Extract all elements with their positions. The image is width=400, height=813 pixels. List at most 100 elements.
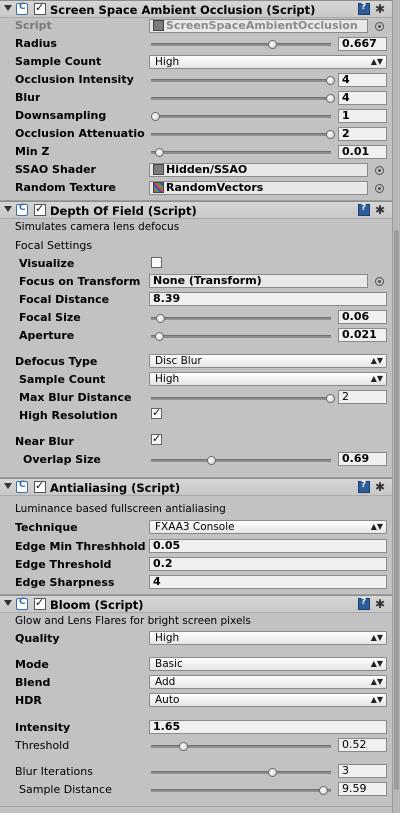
help-icon[interactable] — [358, 2, 370, 15]
blend-dropdown[interactable]: Add ▲▼ — [149, 675, 387, 689]
threshold-slider-thumb[interactable] — [179, 742, 188, 751]
help-icon[interactable] — [358, 597, 370, 610]
threshold-slider[interactable] — [151, 745, 331, 748]
edge-min-threshold-field[interactable]: 0.05 — [149, 539, 387, 553]
script-file-icon — [153, 20, 164, 31]
edge-threshold-field[interactable]: 0.2 — [149, 557, 387, 571]
near-blur-checkbox[interactable] — [151, 432, 162, 445]
blur-iterations-slider-thumb[interactable] — [268, 768, 278, 777]
ssao-component-header[interactable]: Screen Space Ambient Occlusion (Script) … — [0, 0, 392, 18]
min-z-field[interactable]: 0.01 — [338, 145, 387, 159]
foldout-arrow-icon[interactable] — [4, 5, 12, 11]
visualize-checkbox[interactable] — [151, 257, 162, 268]
intensity-label: Intensity — [15, 721, 71, 734]
dof-component-header[interactable]: Depth Of Field (Script) ✱ — [0, 201, 392, 219]
script-field[interactable]: ScreenSpaceAmbientOcclusion — [149, 19, 368, 33]
object-picker-icon[interactable] — [375, 277, 384, 286]
radius-slider[interactable] — [151, 43, 331, 46]
object-picker-icon[interactable] — [375, 166, 384, 175]
downsampling-field[interactable]: 1 — [338, 109, 387, 123]
sample-distance-field[interactable]: 9.59 — [338, 782, 387, 796]
blur-slider-thumb[interactable] — [326, 94, 335, 103]
blur-slider[interactable] — [151, 97, 331, 100]
random-texture-label: Random Texture — [15, 181, 117, 194]
focal-distance-field[interactable]: 8.39 — [149, 292, 387, 306]
focal-size-slider-thumb[interactable] — [156, 314, 166, 323]
gear-icon[interactable]: ✱ — [375, 203, 385, 217]
dof-sample-count-dropdown[interactable]: High ▲▼ — [149, 372, 387, 386]
intensity-field[interactable]: 1.65 — [149, 720, 387, 734]
occlusion-intensity-slider-thumb[interactable] — [326, 76, 335, 85]
overlap-size-slider[interactable] — [151, 459, 331, 462]
occlusion-intensity-slider[interactable] — [151, 79, 331, 82]
inspector-scrollbar[interactable] — [392, 0, 400, 813]
hdr-dropdown[interactable]: Auto ▲▼ — [149, 693, 387, 707]
help-icon[interactable] — [358, 203, 370, 216]
focal-size-slider[interactable] — [151, 317, 331, 320]
aperture-slider-thumb[interactable] — [154, 332, 164, 341]
threshold-field[interactable]: 0.52 — [338, 738, 387, 752]
sample-distance-slider-thumb[interactable] — [319, 786, 328, 795]
visualize-label: Visualize — [19, 257, 75, 270]
blend-value: Add — [155, 676, 176, 688]
radius-field[interactable]: 0.667 — [338, 37, 387, 51]
blur-iterations-slider[interactable] — [151, 771, 331, 774]
overlap-size-field[interactable]: 0.69 — [338, 452, 387, 466]
help-icon[interactable] — [358, 480, 370, 493]
mode-dropdown[interactable]: Basic ▲▼ — [149, 657, 387, 671]
occlusion-intensity-field[interactable]: 4 — [338, 73, 387, 87]
gear-icon[interactable]: ✱ — [375, 480, 385, 494]
high-resolution-checkbox[interactable] — [151, 406, 162, 419]
aa-component-header[interactable]: Antialiasing (Script) ✱ — [0, 478, 392, 496]
ssao-shader-label: SSAO Shader — [15, 163, 96, 176]
foldout-arrow-icon[interactable] — [4, 600, 12, 606]
bloom-component-header[interactable]: Bloom (Script) ✱ — [0, 595, 392, 613]
overlap-size-slider-thumb[interactable] — [207, 456, 216, 465]
gear-icon[interactable]: ✱ — [375, 2, 385, 16]
max-blur-distance-field[interactable]: 2 — [338, 390, 387, 404]
blur-field[interactable]: 4 — [338, 91, 387, 105]
script-icon — [16, 597, 28, 610]
texture-icon — [153, 182, 164, 193]
sample-count-dropdown[interactable]: High ▲▼ — [149, 55, 387, 69]
min-z-slider-thumb[interactable] — [154, 148, 164, 157]
focal-size-field[interactable]: 0.06 — [338, 310, 387, 324]
defocus-type-dropdown[interactable]: Disc Blur ▲▼ — [149, 354, 387, 368]
aa-enable-checkbox[interactable] — [34, 479, 46, 493]
max-blur-distance-slider-thumb[interactable] — [326, 394, 335, 403]
technique-dropdown[interactable]: FXAA3 Console ▲▼ — [149, 520, 387, 534]
object-picker-icon[interactable] — [375, 184, 384, 193]
high-resolution-label: High Resolution — [19, 409, 118, 422]
foldout-arrow-icon[interactable] — [4, 206, 12, 212]
downsampling-slider-thumb[interactable] — [151, 112, 160, 121]
script-icon — [16, 203, 28, 216]
max-blur-distance-slider[interactable] — [151, 397, 331, 400]
foldout-arrow-icon[interactable] — [4, 483, 12, 489]
sample-distance-slider[interactable] — [151, 789, 331, 792]
random-texture-field[interactable]: RandomVectors — [149, 181, 368, 195]
blur-iterations-field[interactable]: 3 — [338, 764, 387, 778]
gear-icon[interactable]: ✱ — [375, 597, 385, 611]
ssao-shader-field[interactable]: Hidden/SSAO — [149, 163, 368, 177]
object-picker-icon[interactable] — [375, 22, 384, 31]
focus-transform-field[interactable]: None (Transform) — [149, 274, 368, 288]
min-z-slider[interactable] — [151, 151, 331, 154]
occlusion-attenuation-slider-thumb[interactable] — [326, 130, 335, 139]
bloom-enable-checkbox[interactable] — [34, 596, 46, 610]
dropdown-arrow-icon: ▲▼ — [370, 374, 383, 383]
aperture-field[interactable]: 0.021 — [338, 328, 387, 342]
quality-dropdown[interactable]: High ▲▼ — [149, 631, 387, 645]
occlusion-attenuation-field[interactable]: 2 — [338, 127, 387, 141]
radius-slider-thumb[interactable] — [267, 40, 277, 49]
aperture-slider[interactable] — [151, 335, 331, 338]
edge-sharpness-field[interactable]: 4 — [149, 575, 387, 589]
dof-enable-checkbox[interactable] — [34, 202, 46, 216]
ssao-enable-checkbox[interactable] — [34, 1, 46, 15]
dof-description: Simulates camera lens defocus — [15, 221, 180, 233]
blend-label: Blend — [15, 676, 51, 689]
radius-label: Radius — [15, 37, 57, 50]
edge-min-threshold-label: Edge Min Threshhold — [15, 540, 146, 553]
occlusion-attenuation-slider[interactable] — [151, 133, 331, 136]
scrollbar-thumb[interactable] — [394, 230, 399, 790]
downsampling-slider[interactable] — [151, 115, 331, 118]
